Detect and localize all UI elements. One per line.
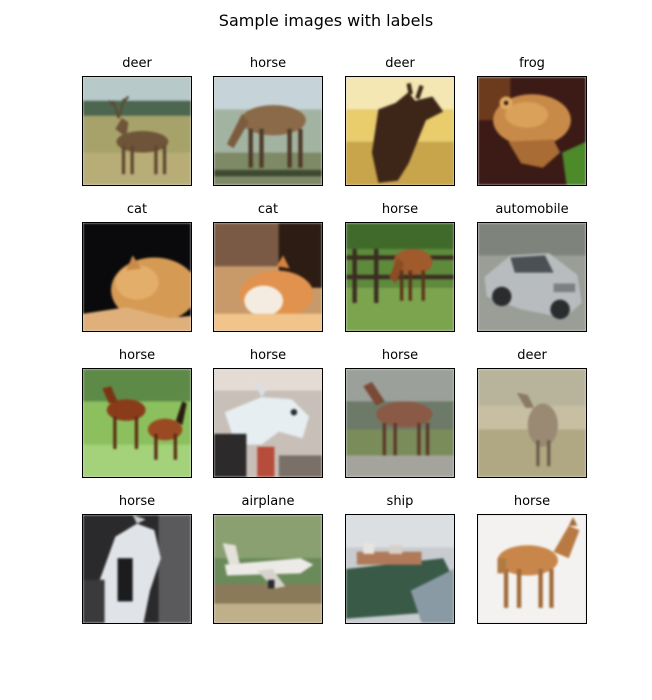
sample-image-horse-fence [345, 222, 455, 332]
image-label: horse [118, 348, 156, 363]
sample-image-horse-white-rider [82, 514, 192, 624]
image-label: deer [517, 348, 547, 363]
sample-image-horse-foal [82, 368, 192, 478]
sample-image-horse-grazing [213, 76, 323, 186]
sample-image-frog [477, 76, 587, 186]
image-label: deer [122, 56, 152, 71]
image-label: horse [381, 348, 419, 363]
sample-image-cat-dark [82, 222, 192, 332]
image-label: horse [249, 348, 287, 363]
sample-image-horse-brown-standing [345, 368, 455, 478]
image-label: automobile [495, 202, 569, 217]
image-label: frog [519, 56, 545, 71]
sample-image-car [477, 222, 587, 332]
sample-image-horse-white-head [213, 368, 323, 478]
sample-image-cat-sleeping [213, 222, 323, 332]
image-label: ship [386, 494, 414, 509]
sample-image-moose-yellow [345, 76, 455, 186]
image-label: horse [381, 202, 419, 217]
sample-image-horse-white-bg [477, 514, 587, 624]
image-label: horse [249, 56, 287, 71]
sample-image-deer-field [82, 76, 192, 186]
sample-image-ship [345, 514, 455, 624]
sample-image-deer-grass [477, 368, 587, 478]
figure-title: Sample images with labels [218, 11, 434, 30]
sample-image-airplane [213, 514, 323, 624]
image-label: horse [513, 494, 551, 509]
image-label: cat [257, 202, 279, 217]
image-label: cat [126, 202, 148, 217]
image-label: horse [118, 494, 156, 509]
image-label: deer [385, 56, 415, 71]
image-label: airplane [241, 494, 295, 509]
